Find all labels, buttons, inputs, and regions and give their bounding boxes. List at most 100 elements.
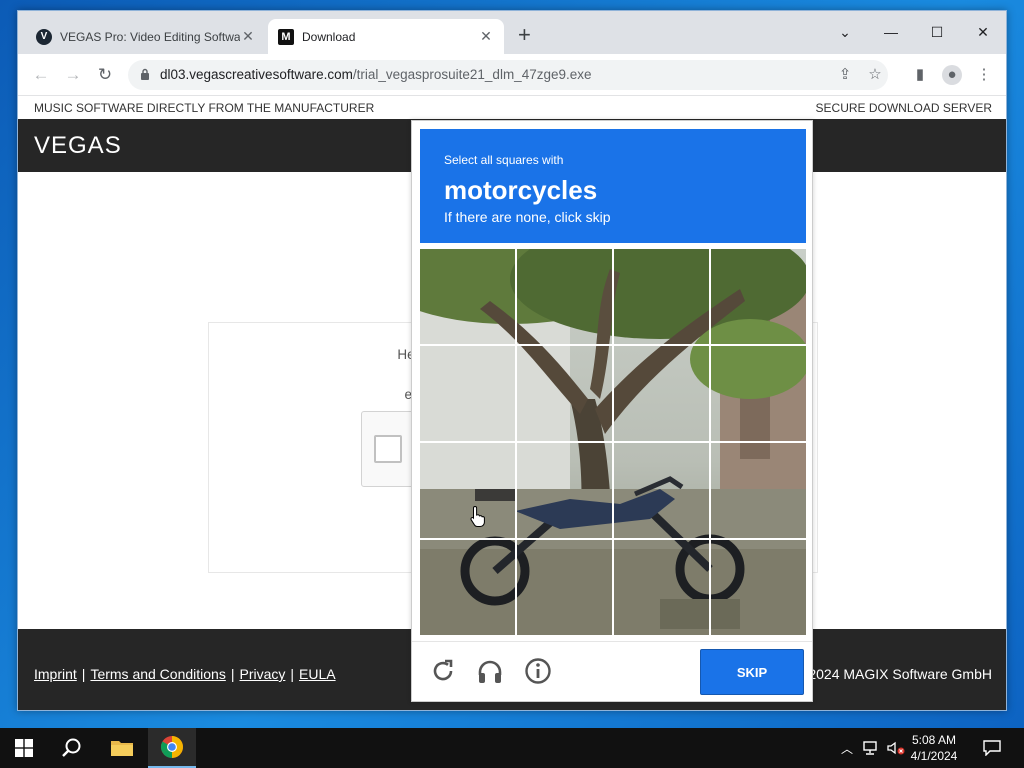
profile-avatar-icon[interactable]: ● <box>942 65 962 85</box>
captcha-footer: SKIP <box>412 641 812 703</box>
captcha-tile[interactable] <box>614 249 709 344</box>
captcha-tile-photo <box>517 249 612 344</box>
privacy-link[interactable]: Privacy <box>239 666 285 682</box>
headphones-icon[interactable] <box>475 656 505 686</box>
url-path: /trial_vegasprosuite21_dlm_47zge9.exe <box>352 67 592 82</box>
captcha-tile-photo <box>614 443 709 538</box>
network-icon[interactable] <box>862 740 880 756</box>
captcha-tile[interactable] <box>517 346 612 441</box>
captcha-image-grid <box>420 249 806 635</box>
windows-logo-icon <box>15 739 33 757</box>
share-icon[interactable]: ⇪ <box>836 66 854 84</box>
forward-button[interactable]: → <box>62 64 84 86</box>
captcha-tile[interactable] <box>420 540 515 635</box>
captcha-tile[interactable] <box>517 249 612 344</box>
footer-links: Imprint | Terms and Conditions | Privacy | EUL… <box>34 666 336 682</box>
captcha-tile[interactable] <box>517 540 612 635</box>
system-tray: ︿ <box>838 728 906 768</box>
close-tab-icon[interactable]: ✕ <box>478 28 494 45</box>
captcha-tile[interactable] <box>614 540 709 635</box>
captcha-hint: If there are none, click skip <box>444 209 611 225</box>
captcha-tile-photo <box>517 443 612 538</box>
captcha-tile-photo <box>711 249 806 344</box>
terms-link[interactable]: Terms and Conditions <box>90 666 225 682</box>
captcha-tile[interactable] <box>711 443 806 538</box>
tab-search-icon[interactable]: ⌄ <box>822 17 868 47</box>
captcha-tile-photo <box>420 443 515 538</box>
copyright-text: 2024 MAGIX Software GmbH <box>808 666 992 682</box>
captcha-tile-photo <box>420 249 515 344</box>
link-separator: | <box>81 666 86 682</box>
tab-title: Download <box>302 29 356 44</box>
clock-time: 5:08 AM <box>911 733 957 747</box>
captcha-tile-photo <box>420 346 515 441</box>
side-panel-icon[interactable]: ▮ <box>910 65 930 85</box>
back-button[interactable]: ← <box>30 64 52 86</box>
captcha-target: motorcycles <box>444 175 598 205</box>
captcha-instruction: Select all squares with <box>444 153 564 167</box>
close-tab-icon[interactable]: ✕ <box>240 28 256 45</box>
notifications-button[interactable] <box>968 728 1016 768</box>
clock[interactable]: 5:08 AM 4/1/2024 <box>904 732 964 764</box>
search-icon <box>62 738 81 757</box>
lock-icon[interactable] <box>140 68 150 80</box>
link-separator: | <box>230 666 235 682</box>
tagline: MUSIC SOFTWARE DIRECTLY FROM THE MANUFAC… <box>34 101 375 115</box>
top-bar: MUSIC SOFTWARE DIRECTLY FROM THE MANUFAC… <box>18 97 1006 119</box>
close-window-button[interactable]: ✕ <box>960 17 1006 47</box>
captcha-tile[interactable] <box>614 346 709 441</box>
bookmark-star-icon[interactable]: ☆ <box>866 66 884 84</box>
menu-kebab-icon[interactable]: ⋮ <box>974 65 994 85</box>
captcha-tile[interactable] <box>614 443 709 538</box>
imprint-link[interactable]: Imprint <box>34 666 77 682</box>
captcha-tile[interactable] <box>711 540 806 635</box>
captcha-tile-photo <box>711 540 806 635</box>
reload-button[interactable]: ↻ <box>94 64 116 86</box>
captcha-header: Select all squares with motorcycles If t… <box>420 129 806 243</box>
captcha-tile[interactable] <box>517 443 612 538</box>
captcha-challenge: Select all squares with motorcycles If t… <box>411 120 813 702</box>
address-bar[interactable]: dl03.vegascreativesoftware.com/trial_veg… <box>128 60 888 90</box>
chrome-taskbar-button[interactable] <box>148 728 196 768</box>
reload-icon[interactable] <box>428 656 458 686</box>
tab-title: VEGAS Pro: Video Editing Softwa <box>60 29 240 44</box>
tab-vegas-pro[interactable]: V VEGAS Pro: Video Editing Softwa ✕ <box>26 19 266 54</box>
info-icon[interactable] <box>523 656 553 686</box>
captcha-tile[interactable] <box>711 249 806 344</box>
tab-strip: V VEGAS Pro: Video Editing Softwa ✕ M Do… <box>18 11 1006 54</box>
vegas-logo[interactable]: VEGAS <box>34 132 122 160</box>
minimize-button[interactable]: — <box>868 17 914 47</box>
start-button[interactable] <box>0 728 48 768</box>
captcha-tile-photo <box>711 443 806 538</box>
chevron-up-icon[interactable]: ︿ <box>838 740 856 757</box>
hand-cursor-icon <box>470 505 485 527</box>
notification-icon <box>983 740 1001 756</box>
volume-muted-icon[interactable] <box>886 740 906 756</box>
captcha-tile-photo <box>517 346 612 441</box>
captcha-tile-photo <box>711 346 806 441</box>
maximize-button[interactable]: ☐ <box>914 17 960 47</box>
vegas-favicon-icon: V <box>36 28 52 45</box>
search-button[interactable] <box>48 728 96 768</box>
captcha-tile-photo <box>614 249 709 344</box>
chrome-icon <box>161 736 183 758</box>
new-tab-button[interactable]: + <box>518 24 531 46</box>
folder-icon <box>111 741 133 756</box>
captcha-tile-photo <box>517 540 612 635</box>
eula-link[interactable]: EULA <box>299 666 336 682</box>
skip-button[interactable]: SKIP <box>700 649 804 695</box>
clock-date: 4/1/2024 <box>910 749 958 763</box>
browser-toolbar: ← → ↻ dl03.vegascreativesoftware.com/tri… <box>18 54 1006 96</box>
file-explorer-button[interactable] <box>98 728 146 768</box>
captcha-tile[interactable] <box>420 443 515 538</box>
tab-download[interactable]: M Download ✕ <box>268 19 504 54</box>
secure-server-label: SECURE DOWNLOAD SERVER <box>815 101 992 115</box>
captcha-tile-photo <box>614 346 709 441</box>
magix-favicon-icon: M <box>278 28 294 45</box>
captcha-tile[interactable] <box>420 249 515 344</box>
url-host: dl03.vegascreativesoftware.com <box>160 67 353 82</box>
captcha-tile[interactable] <box>420 346 515 441</box>
captcha-tile[interactable] <box>711 346 806 441</box>
recaptcha-checkbox[interactable] <box>374 435 402 463</box>
url-text[interactable]: dl03.vegascreativesoftware.com/trial_veg… <box>160 67 592 82</box>
